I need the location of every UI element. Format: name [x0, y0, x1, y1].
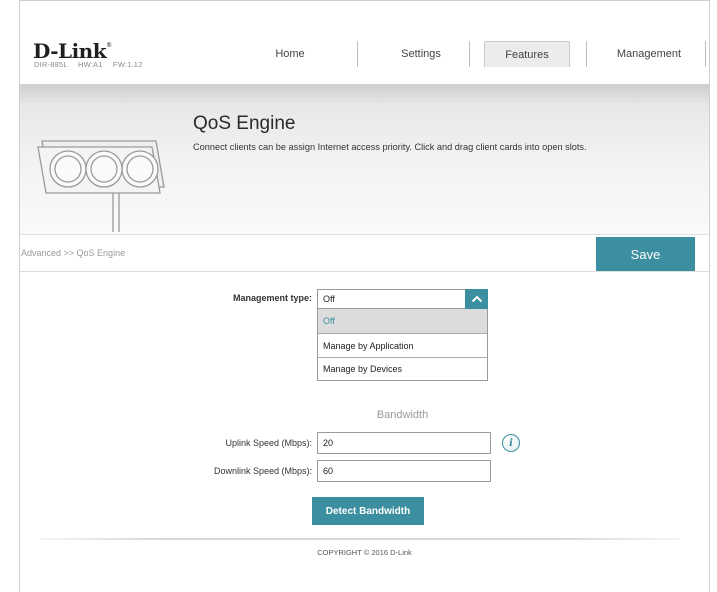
management-type-value: Off: [323, 294, 335, 304]
info-icon[interactable]: i: [502, 434, 520, 452]
nav-settings[interactable]: Settings: [361, 41, 481, 67]
nav-home[interactable]: Home: [230, 41, 350, 67]
uplink-speed-input[interactable]: 20: [317, 432, 491, 454]
management-type-dropdown: Off Manage by Application Manage by Devi…: [317, 309, 488, 381]
firmware-version: FW:1.12: [112, 60, 143, 69]
qos-engine-illustration: [37, 140, 165, 232]
downlink-speed-input[interactable]: 60: [317, 460, 491, 482]
page-description: Connect clients can be assign Internet a…: [193, 142, 587, 152]
nav-features[interactable]: Features: [484, 41, 570, 67]
option-manage-by-application[interactable]: Manage by Application: [318, 334, 487, 358]
bandwidth-section-title: Bandwidth: [376, 409, 429, 421]
header: D-Link® DIR-885L HW:A1 FW:1.12 Home Sett…: [20, 0, 709, 84]
page-banner: QoS Engine Connect clients can be assign…: [20, 84, 709, 234]
nav-divider: [469, 41, 470, 67]
nav-management[interactable]: Management: [594, 41, 704, 67]
breadcrumb-bar: Advanced >> QoS Engine Save: [20, 234, 709, 272]
model-name: DIR-885L: [34, 60, 68, 69]
app-frame: D-Link® DIR-885L HW:A1 FW:1.12 Home Sett…: [19, 0, 710, 592]
hardware-version: HW:A1: [78, 60, 103, 69]
footer-divider: [40, 538, 680, 540]
breadcrumb: Advanced >> QoS Engine: [21, 248, 126, 258]
copyright: COPYRIGHT © 2016 D-Link: [317, 548, 412, 557]
management-type-label: Management type:: [232, 293, 312, 303]
downlink-speed-label: Downlink Speed (Mbps):: [213, 466, 312, 476]
uplink-speed-label: Uplink Speed (Mbps):: [225, 438, 312, 448]
chevron-up-icon[interactable]: [465, 289, 488, 309]
nav-divider: [586, 41, 587, 67]
option-off[interactable]: Off: [318, 309, 487, 333]
nav-divider: [357, 41, 358, 67]
management-type-select[interactable]: Off: [317, 289, 488, 309]
page-title: QoS Engine: [193, 113, 296, 134]
device-info: DIR-885L HW:A1 FW:1.12: [34, 60, 151, 69]
detect-bandwidth-button[interactable]: Detect Bandwidth: [312, 497, 424, 525]
nav-divider: [705, 41, 706, 67]
save-button[interactable]: Save: [596, 237, 695, 271]
option-manage-by-devices[interactable]: Manage by Devices: [318, 357, 487, 381]
